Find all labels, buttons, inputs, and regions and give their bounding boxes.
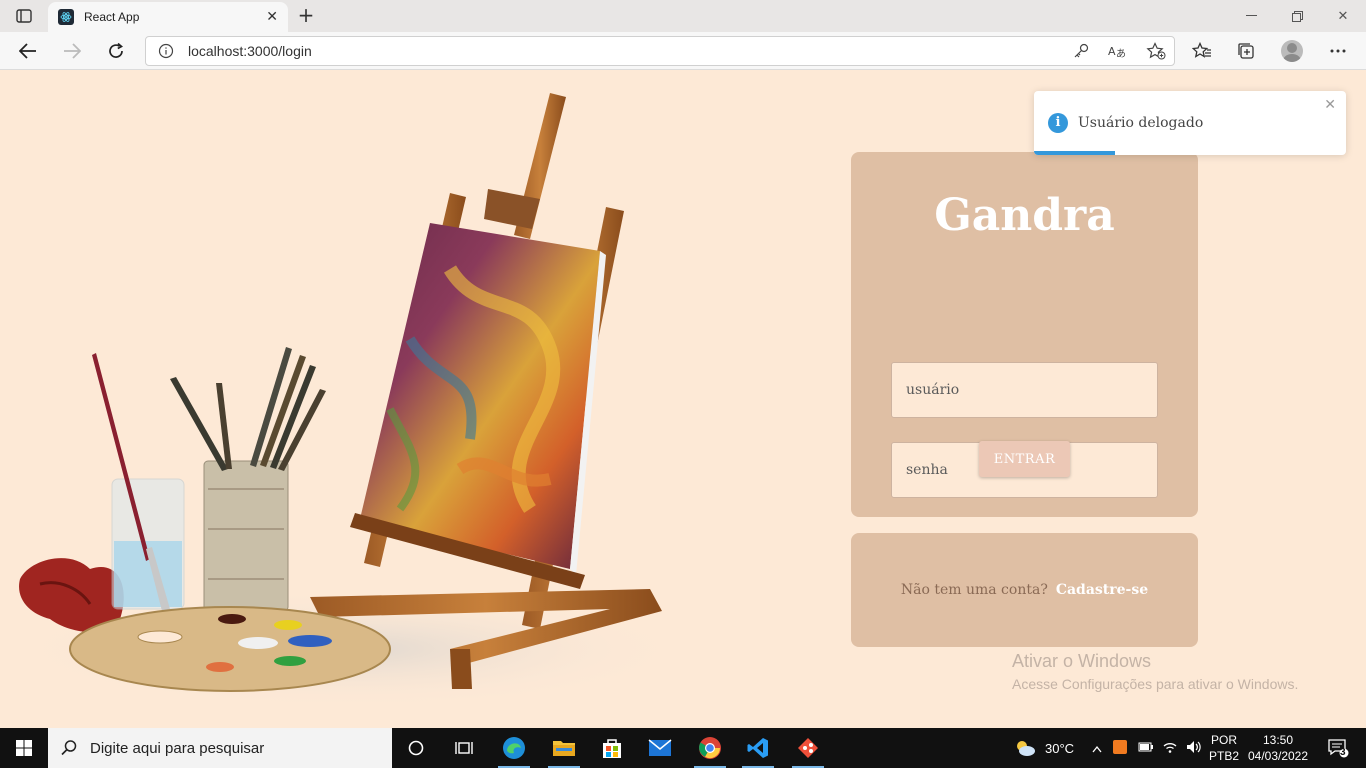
profile-avatar[interactable] <box>1278 37 1306 65</box>
clock-time: 13:50 <box>1262 733 1294 747</box>
wifi-icon[interactable] <box>1162 740 1178 757</box>
signup-link[interactable]: Cadastre-se <box>1056 582 1148 598</box>
address-bar[interactable]: localhost:3000/login Aあ <box>145 36 1175 66</box>
site-info-icon[interactable] <box>158 43 174 63</box>
windows-activation-watermark: Ativar o Windows Acesse Configurações pa… <box>1012 651 1298 692</box>
watermark-subtitle: Acesse Configurações para ativar o Windo… <box>1012 676 1299 692</box>
mail-icon[interactable] <box>636 728 684 768</box>
signup-card: Não tem uma conta? Cadastre-se <box>851 533 1198 647</box>
login-button[interactable]: ENTRAR <box>979 441 1070 477</box>
notification-center-icon[interactable]: 3 <box>1318 728 1358 768</box>
favorites-icon[interactable] <box>1188 37 1216 65</box>
tray-icons <box>1092 728 1202 768</box>
battery-icon[interactable] <box>1138 741 1154 756</box>
more-menu-icon[interactable] <box>1324 37 1352 65</box>
add-favorite-icon[interactable] <box>1146 42 1166 64</box>
window-close-icon[interactable]: ✕ <box>1320 0 1366 32</box>
toast-progress-bar <box>1034 151 1116 155</box>
browser-tab[interactable]: React App ✕ <box>48 2 288 32</box>
notification-badge: 3 <box>1340 747 1346 758</box>
read-aloud-icon[interactable]: Aあ <box>1108 42 1128 64</box>
svg-text:あ: あ <box>1116 48 1126 60</box>
key-icon[interactable] <box>1072 42 1090 64</box>
info-icon: i <box>1048 113 1068 133</box>
language-code: POR <box>1210 733 1237 747</box>
tab-strip: React App ✕ + ✕ <box>0 0 1366 32</box>
temperature-text: 30°C <box>1045 740 1075 756</box>
taskbar: Digite aqui para pesquisar 30°C POR PTB2… <box>0 728 1366 768</box>
search-icon <box>61 740 77 756</box>
new-tab-button[interactable]: + <box>294 4 318 28</box>
git-kraken-icon[interactable] <box>784 728 832 768</box>
clock[interactable]: 13:50 04/03/2022 <box>1244 728 1312 768</box>
restore-icon[interactable] <box>1274 0 1320 32</box>
react-favicon-icon <box>58 9 74 25</box>
taskbar-search-placeholder: Digite aqui para pesquisar <box>90 739 265 757</box>
language-indicator[interactable]: POR PTB2 <box>1208 728 1240 768</box>
watermark-title: Ativar o Windows <box>1012 651 1152 671</box>
store-icon[interactable] <box>588 728 636 768</box>
svg-text:A: A <box>1108 45 1116 58</box>
login-card: Gandra ENTRAR <box>851 152 1198 517</box>
refresh-icon[interactable] <box>102 37 130 65</box>
tab-title: React App <box>84 10 140 24</box>
nav-bar: localhost:3000/login Aあ <box>0 32 1366 70</box>
toast-notification: i Usuário delogado ✕ <box>1034 91 1346 155</box>
back-icon[interactable] <box>14 37 42 65</box>
tab-close-icon[interactable]: ✕ <box>266 9 278 25</box>
easel-illustration <box>10 93 690 709</box>
login-page: Gandra ENTRAR Não tem uma conta? Cadastr… <box>0 71 1366 728</box>
collections-icon[interactable] <box>1232 37 1260 65</box>
clock-date: 04/03/2022 <box>1247 749 1309 763</box>
file-explorer-icon[interactable] <box>540 728 588 768</box>
weather-cloud-icon <box>1017 741 1035 756</box>
vscode-icon[interactable] <box>734 728 782 768</box>
tab-actions-icon[interactable] <box>10 6 38 26</box>
toast-close-icon[interactable]: ✕ <box>1324 97 1336 113</box>
chrome-icon[interactable] <box>686 728 734 768</box>
weather-widget[interactable]: 30°C <box>1014 728 1074 768</box>
show-hidden-icons-chevron-icon[interactable] <box>1092 741 1102 756</box>
tray-app-icon[interactable] <box>1112 739 1128 758</box>
taskbar-search-box[interactable]: Digite aqui para pesquisar <box>48 728 392 768</box>
windows-start-icon[interactable] <box>0 728 48 768</box>
toast-message: Usuário delogado <box>1078 115 1204 131</box>
edge-taskbar-icon[interactable] <box>490 728 538 768</box>
minimize-icon[interactable] <box>1228 0 1274 32</box>
forward-icon[interactable] <box>58 37 86 65</box>
username-input[interactable] <box>891 362 1158 418</box>
brand-title: Gandra <box>934 190 1115 241</box>
cortana-icon[interactable] <box>392 728 440 768</box>
signup-prompt: Não tem uma conta? <box>900 582 1048 598</box>
volume-icon[interactable] <box>1186 740 1202 757</box>
task-view-icon[interactable] <box>440 728 488 768</box>
keyboard-layout: PTB2 <box>1208 749 1239 763</box>
url-text: localhost:3000/login <box>188 43 312 59</box>
